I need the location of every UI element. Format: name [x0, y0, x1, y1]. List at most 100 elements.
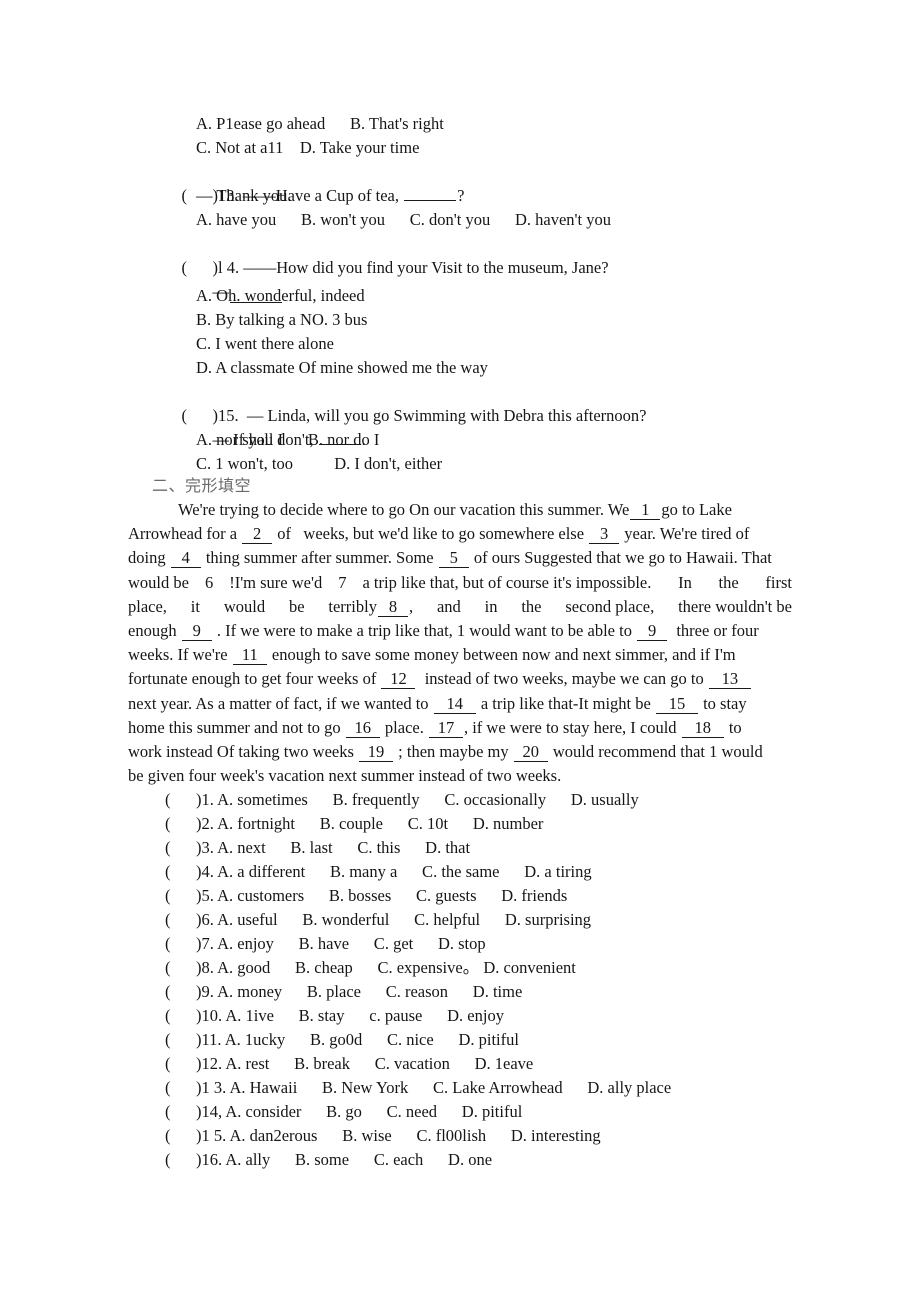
- passage-line-5-w3: would: [223, 596, 266, 616]
- question-14-option-d: D. A classmate Of mine showed me the way: [196, 358, 488, 377]
- blank-8[interactable]: 8: [377, 597, 408, 617]
- question-15-options-row-2: C. 1 won't, too D. I don't, either: [196, 454, 443, 473]
- passage-line-5-terribly-group: terribly 8,: [328, 595, 413, 619]
- passage-line-4-w-first: first: [765, 572, 792, 592]
- passage-line-1: We're trying to decide where to go On ou…: [128, 498, 792, 522]
- answer-paren-c15[interactable]: (: [165, 1124, 196, 1148]
- cloze-option-row-2: ()2. A. fortnight B. couple C. 10t D. nu…: [165, 812, 671, 836]
- blank-10[interactable]: 9: [637, 622, 668, 642]
- blank-12[interactable]: 12: [381, 670, 416, 690]
- passage-line-6-a: enough: [128, 621, 181, 641]
- answer-paren-c2[interactable]: (: [165, 812, 196, 836]
- blank-13[interactable]: 13: [708, 670, 751, 690]
- blank-9[interactable]: 9: [181, 622, 212, 642]
- answer-paren-c11[interactable]: (: [165, 1028, 196, 1052]
- blank-20[interactable]: 20: [513, 743, 548, 763]
- blank-6[interactable]: 6: [194, 573, 224, 592]
- cloze-option-row-8: ()8. A. good B. cheap C. expensive。 D. c…: [165, 956, 671, 980]
- blank-11[interactable]: 11: [232, 646, 267, 666]
- passage-line-7: weeks. If we're 11 enough to save some m…: [128, 643, 792, 667]
- blank-17[interactable]: 17: [428, 718, 463, 738]
- passage-line-3-b: thing summer after summer. Some: [201, 548, 438, 568]
- cloze-option-row-1: ()1. A. sometimes B. frequently C. occas…: [165, 788, 671, 812]
- answer-paren-c16[interactable]: (: [165, 1148, 196, 1172]
- passage-line-2-b: of weeks, but we'd like to go somewhere …: [273, 524, 589, 544]
- answer-paren-c7[interactable]: (: [165, 932, 196, 956]
- passage-line-12: be given four week's vacation next summe…: [128, 766, 562, 786]
- blank-18[interactable]: 18: [681, 718, 724, 738]
- blank-19[interactable]: 19: [359, 743, 394, 763]
- blank-3[interactable]: 3: [589, 525, 620, 545]
- answer-paren-c3[interactable]: (: [165, 836, 196, 860]
- cloze-option-text-2: )2. A. fortnight B. couple C. 10t D. num…: [196, 814, 544, 833]
- blank-5[interactable]: 5: [438, 549, 469, 569]
- passage-line-11-a: work instead Of taking two weeks: [128, 742, 359, 762]
- answer-paren-c13[interactable]: (: [165, 1076, 196, 1100]
- answer-paren-c5[interactable]: (: [165, 884, 196, 908]
- passage-line-6: enough 9 . If we were to make a trip lik…: [128, 619, 792, 643]
- passage-line-2: Arrowhead for a 2 of weeks, but we'd lik…: [128, 522, 792, 546]
- passage-line-5-w9: the: [521, 596, 542, 616]
- blank-4[interactable]: 4: [170, 549, 201, 569]
- answer-paren-c9[interactable]: (: [165, 980, 196, 1004]
- question-13-stem-tail: ?: [457, 186, 465, 205]
- cloze-option-row-7: ()7. A. enjoy B. have C. get D. stop: [165, 932, 671, 956]
- cloze-option-text-15: )1 5. A. dan2erous B. wise C. fl00lish D…: [196, 1126, 601, 1145]
- answer-paren-c6[interactable]: (: [165, 908, 196, 932]
- passage-line-5-w8: in: [484, 596, 498, 616]
- answer-paren-c1[interactable]: (: [165, 788, 196, 812]
- cloze-option-text-16: )16. A. ally B. some C. each D. one: [196, 1150, 493, 1169]
- blank-7[interactable]: 7: [327, 573, 357, 592]
- answer-paren-c8[interactable]: (: [165, 956, 196, 980]
- passage-line-6-b: . If we were to make a trip like that, 1…: [212, 621, 637, 641]
- passage-line-5-w11: there wouldn't be: [678, 596, 792, 616]
- cloze-option-row-15: ()1 5. A. dan2erous B. wise C. fl00lish …: [165, 1124, 671, 1148]
- blank-1[interactable]: 1: [630, 501, 661, 520]
- answer-paren-c12[interactable]: (: [165, 1052, 196, 1076]
- blank-14[interactable]: 14: [433, 694, 476, 714]
- passage-line-10: home this summer and not to go 16 place.…: [128, 716, 792, 740]
- blank-15[interactable]: 15: [655, 694, 698, 714]
- passage-line-6-c: three or four: [668, 621, 759, 641]
- question-13-blank: [404, 187, 457, 201]
- cloze-option-row-14: ()14, A. consider B. go C. need D. pitif…: [165, 1100, 671, 1124]
- passage-line-8-b: instead of two weeks, maybe we can go to: [416, 669, 708, 689]
- cloze-option-text-8: )8. A. good B. cheap C. expensive。 D. co…: [196, 958, 576, 977]
- passage-line-8-a: fortunate enough to get four weeks of: [128, 669, 381, 689]
- cloze-option-row-16: ()16. A. ally B. some C. each D. one: [165, 1148, 671, 1172]
- question-14-option-b: B. By talking a NO. 3 bus: [196, 310, 368, 329]
- answer-paren-c14[interactable]: (: [165, 1100, 196, 1124]
- answer-paren-c10[interactable]: (: [165, 1004, 196, 1028]
- passage-line-4-c: a trip like that, but of course it's imp…: [358, 572, 652, 592]
- cloze-option-row-10: ()10. A. 1ive B. stay c. pause D. enjoy: [165, 1004, 671, 1028]
- cloze-option-text-10: )10. A. 1ive B. stay c. pause D. enjoy: [196, 1006, 504, 1025]
- cloze-option-text-13: )1 3. A. Hawaii B. New York C. Lake Arro…: [196, 1078, 672, 1097]
- cloze-passage: We're trying to decide where to go On ou…: [128, 498, 792, 788]
- passage-line-5-w4: be: [288, 596, 305, 616]
- passage-line-5-w7: and: [436, 596, 461, 616]
- cloze-option-text-3: )3. A. next B. last C. this D. that: [196, 838, 471, 857]
- question-14-option-a: A. Oh. wonderful, indeed: [196, 286, 365, 305]
- passage-line-5: place, it would be terribly 8, and in the second …: [128, 595, 792, 619]
- cloze-option-text-1: )1. A. sometimes B. frequently C. occasi…: [196, 790, 639, 809]
- passage-line-10-b: place.: [380, 717, 428, 737]
- passage-line-2-a: Arrowhead for a: [128, 524, 242, 544]
- cloze-option-text-9: )9. A. money B. place C. reason D. time: [196, 982, 523, 1001]
- section-heading-cloze: 二、完形填空: [152, 476, 252, 495]
- passage-line-10-a: home this summer and not to go: [128, 717, 345, 737]
- passage-line-5-w5: terribly: [328, 596, 377, 616]
- cloze-options-list: ()1. A. sometimes B. frequently C. occas…: [165, 788, 671, 1172]
- passage-line-8: fortunate enough to get four weeks of 12…: [128, 667, 792, 691]
- passage-line-2-c: year. We're tired of: [620, 524, 750, 544]
- answer-paren-c4[interactable]: (: [165, 860, 196, 884]
- cloze-option-row-5: ()5. A. customers B. bosses C. guests D.…: [165, 884, 671, 908]
- option-line-ab: A. P1ease go ahead B. That's right: [196, 114, 444, 133]
- cloze-option-text-12: )12. A. rest B. break C. vacation D. 1ea…: [196, 1054, 534, 1073]
- passage-line-5-w2: it: [190, 596, 200, 616]
- passage-line-5-comma: ,: [408, 596, 414, 616]
- blank-16[interactable]: 16: [345, 718, 380, 738]
- passage-line-4-main: would be 6 !I'm sure we'd 7 a trip like …: [128, 571, 651, 595]
- passage-line-9-c: to stay: [698, 693, 747, 713]
- blank-2[interactable]: 2: [242, 525, 273, 545]
- passage-line-5-w10: second place,: [565, 596, 655, 616]
